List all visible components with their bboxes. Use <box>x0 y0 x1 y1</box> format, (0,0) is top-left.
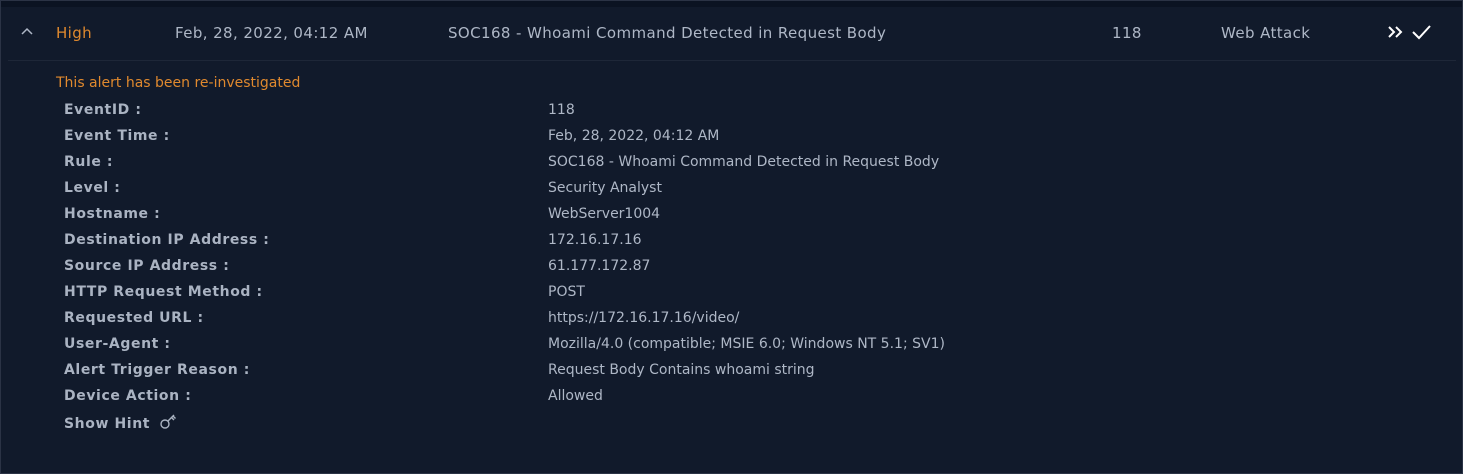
field-label: Rule : <box>64 154 114 170</box>
field-label: Alert Trigger Reason : <box>64 362 250 378</box>
detail-field-row: EventID : 118 <box>64 101 1364 127</box>
field-label: Source IP Address : <box>64 258 230 274</box>
detail-fields: EventID : 118 Event Time : Feb, 28, 2022, 0… <box>64 101 1364 413</box>
detail-field-row: Level : Security Analyst <box>64 179 1364 205</box>
field-value: WebServer1004 <box>548 206 661 222</box>
detail-field-row: Requested URL : https://172.16.17.16/vide… <box>64 309 1364 335</box>
detail-field-row: Destination IP Address : 172.16.17.16 <box>64 231 1364 257</box>
field-value: 172.16.17.16 <box>548 232 642 248</box>
alert-panel: High Feb, 28, 2022, 04:12 AM SOC168 - Wh… <box>0 0 1463 474</box>
field-label: Requested URL : <box>64 310 204 326</box>
alert-type: Web Attack <box>1221 24 1311 42</box>
detail-field-row: Rule : SOC168 - Whoami Command Detected i… <box>64 153 1364 179</box>
alert-rule: SOC168 - Whoami Command Detected in Requ… <box>448 24 887 42</box>
field-value: 61.177.172.87 <box>548 258 651 274</box>
alert-actions <box>1386 21 1431 45</box>
reinvestigated-notice: This alert has been re-investigated <box>56 75 301 91</box>
field-value: Request Body Contains whoami string <box>548 362 815 378</box>
field-value: Security Analyst <box>548 180 662 196</box>
detail-field-row: HTTP Request Method : POST <box>64 283 1364 309</box>
chevron-up-icon[interactable] <box>21 27 33 35</box>
field-label: Device Action : <box>64 388 192 404</box>
alert-row[interactable]: High Feb, 28, 2022, 04:12 AM SOC168 - Wh… <box>8 7 1456 61</box>
show-hint-button[interactable]: Show Hint <box>64 414 177 432</box>
detail-field-row: Alert Trigger Reason : Request Body Conta… <box>64 361 1364 387</box>
detail-field-row: Hostname : WebServer1004 <box>64 205 1364 231</box>
severity-label: High <box>56 24 93 42</box>
field-value: https://172.16.17.16/video/ <box>548 310 740 326</box>
checkmark-icon[interactable] <box>1411 21 1431 43</box>
field-label: Level : <box>64 180 121 196</box>
detail-field-row: Event Time : Feb, 28, 2022, 04:12 AM <box>64 127 1364 153</box>
field-value: Mozilla/4.0 (compatible; MSIE 6.0; Windo… <box>548 336 945 352</box>
detail-field-row: Source IP Address : 61.177.172.87 <box>64 257 1364 283</box>
field-label: HTTP Request Method : <box>64 284 263 300</box>
field-label: User-Agent : <box>64 336 171 352</box>
alert-event-id: 118 <box>1112 24 1142 42</box>
double-chevron-right-icon[interactable] <box>1386 21 1406 43</box>
show-hint-label: Show Hint <box>64 416 151 432</box>
field-value: Feb, 28, 2022, 04:12 AM <box>548 128 720 144</box>
detail-field-row: Device Action : Allowed <box>64 387 1364 413</box>
field-label: Hostname : <box>64 206 161 222</box>
detail-field-row: User-Agent : Mozilla/4.0 (compatible; MSI… <box>64 335 1364 361</box>
field-value: SOC168 - Whoami Command Detected in Requ… <box>548 154 940 170</box>
key-icon <box>159 414 176 429</box>
field-label: Destination IP Address : <box>64 232 270 248</box>
field-value: 118 <box>548 102 575 118</box>
field-value: Allowed <box>548 388 603 404</box>
field-label: Event Time : <box>64 128 170 144</box>
alert-datetime: Feb, 28, 2022, 04:12 AM <box>175 24 368 42</box>
field-value: POST <box>548 284 585 300</box>
field-label: EventID : <box>64 102 142 118</box>
